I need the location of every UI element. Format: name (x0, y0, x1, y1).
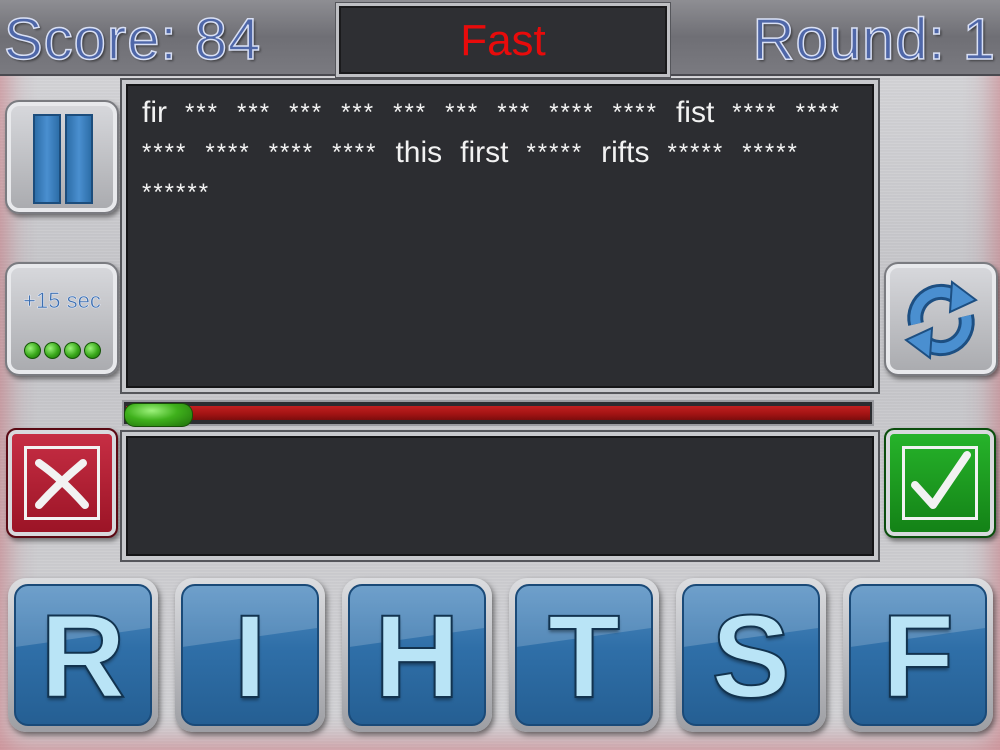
tile-letter: S (711, 591, 792, 723)
letter-tile[interactable]: T (509, 578, 659, 732)
hidden-word: **** (612, 99, 658, 126)
found-word: first (460, 136, 509, 169)
hidden-word: ***** (742, 139, 799, 166)
round-label: Round: 1 (752, 6, 996, 73)
hidden-word: *** (289, 99, 324, 126)
found-word: fir (142, 96, 167, 129)
letter-tile[interactable]: F (843, 578, 993, 732)
tile-letter: F (881, 591, 955, 723)
tile-letter: I (233, 591, 268, 723)
letter-tile[interactable]: S (676, 578, 826, 732)
found-word: this (395, 136, 443, 169)
pause-button[interactable] (5, 100, 119, 214)
hidden-word: **** (142, 139, 188, 166)
found-word: rifts (601, 136, 650, 169)
hidden-word: **** (205, 139, 251, 166)
bonus-charges (7, 342, 117, 359)
hidden-word: *** (393, 99, 428, 126)
clear-button[interactable] (6, 428, 118, 538)
hidden-word: *** (185, 99, 220, 126)
hidden-word: ***** (526, 139, 584, 166)
word-list-panel: fir *** *** *** *** *** *** *** **** **** fist ****… (122, 80, 878, 392)
bonus-charge-dot (63, 342, 81, 359)
letter-tiles: R I H T S F (0, 578, 1000, 738)
shuffle-icon (904, 280, 978, 360)
hidden-word: *** (445, 99, 480, 126)
timer-track-fill (126, 406, 870, 420)
checkmark-icon (911, 451, 971, 509)
bonus-charge-dot (43, 342, 61, 359)
found-word: fist (675, 96, 715, 129)
score-label: Score: 84 (3, 6, 262, 73)
hidden-word: **** (268, 139, 315, 166)
add-time-button[interactable]: +15 sec (5, 262, 119, 376)
close-icon (35, 459, 89, 509)
hidden-word: *** (341, 99, 376, 126)
letter-tile[interactable]: H (342, 578, 492, 732)
letter-tile[interactable]: R (8, 578, 158, 732)
hidden-word: ****** (142, 179, 211, 206)
tile-letter: H (373, 591, 460, 723)
header-bar: Score: 84 Fast Round: 1 (0, 0, 1000, 77)
hidden-word: **** (795, 99, 841, 126)
hidden-word: *** (497, 99, 532, 126)
timer-bar (122, 400, 874, 427)
letter-tile[interactable]: I (175, 578, 325, 732)
word-list: fir *** *** *** *** *** *** *** **** **** fist ****… (142, 94, 862, 212)
word-input-panel[interactable] (122, 432, 878, 560)
timer-remaining (124, 403, 193, 427)
submit-button[interactable] (884, 428, 996, 538)
bonus-charge-dot (23, 342, 41, 359)
hidden-word: **** (732, 99, 778, 126)
hidden-word: ***** (667, 139, 725, 166)
mode-indicator: Fast (336, 3, 670, 77)
bonus-charge-dot (83, 342, 101, 359)
hidden-word: **** (332, 139, 378, 166)
shuffle-button[interactable] (884, 262, 998, 376)
add-time-label: +15 sec (23, 288, 101, 314)
hidden-word: **** (549, 99, 595, 126)
hidden-word: *** (237, 99, 272, 126)
tile-letter: R (39, 591, 126, 723)
tile-letter: T (547, 591, 621, 723)
